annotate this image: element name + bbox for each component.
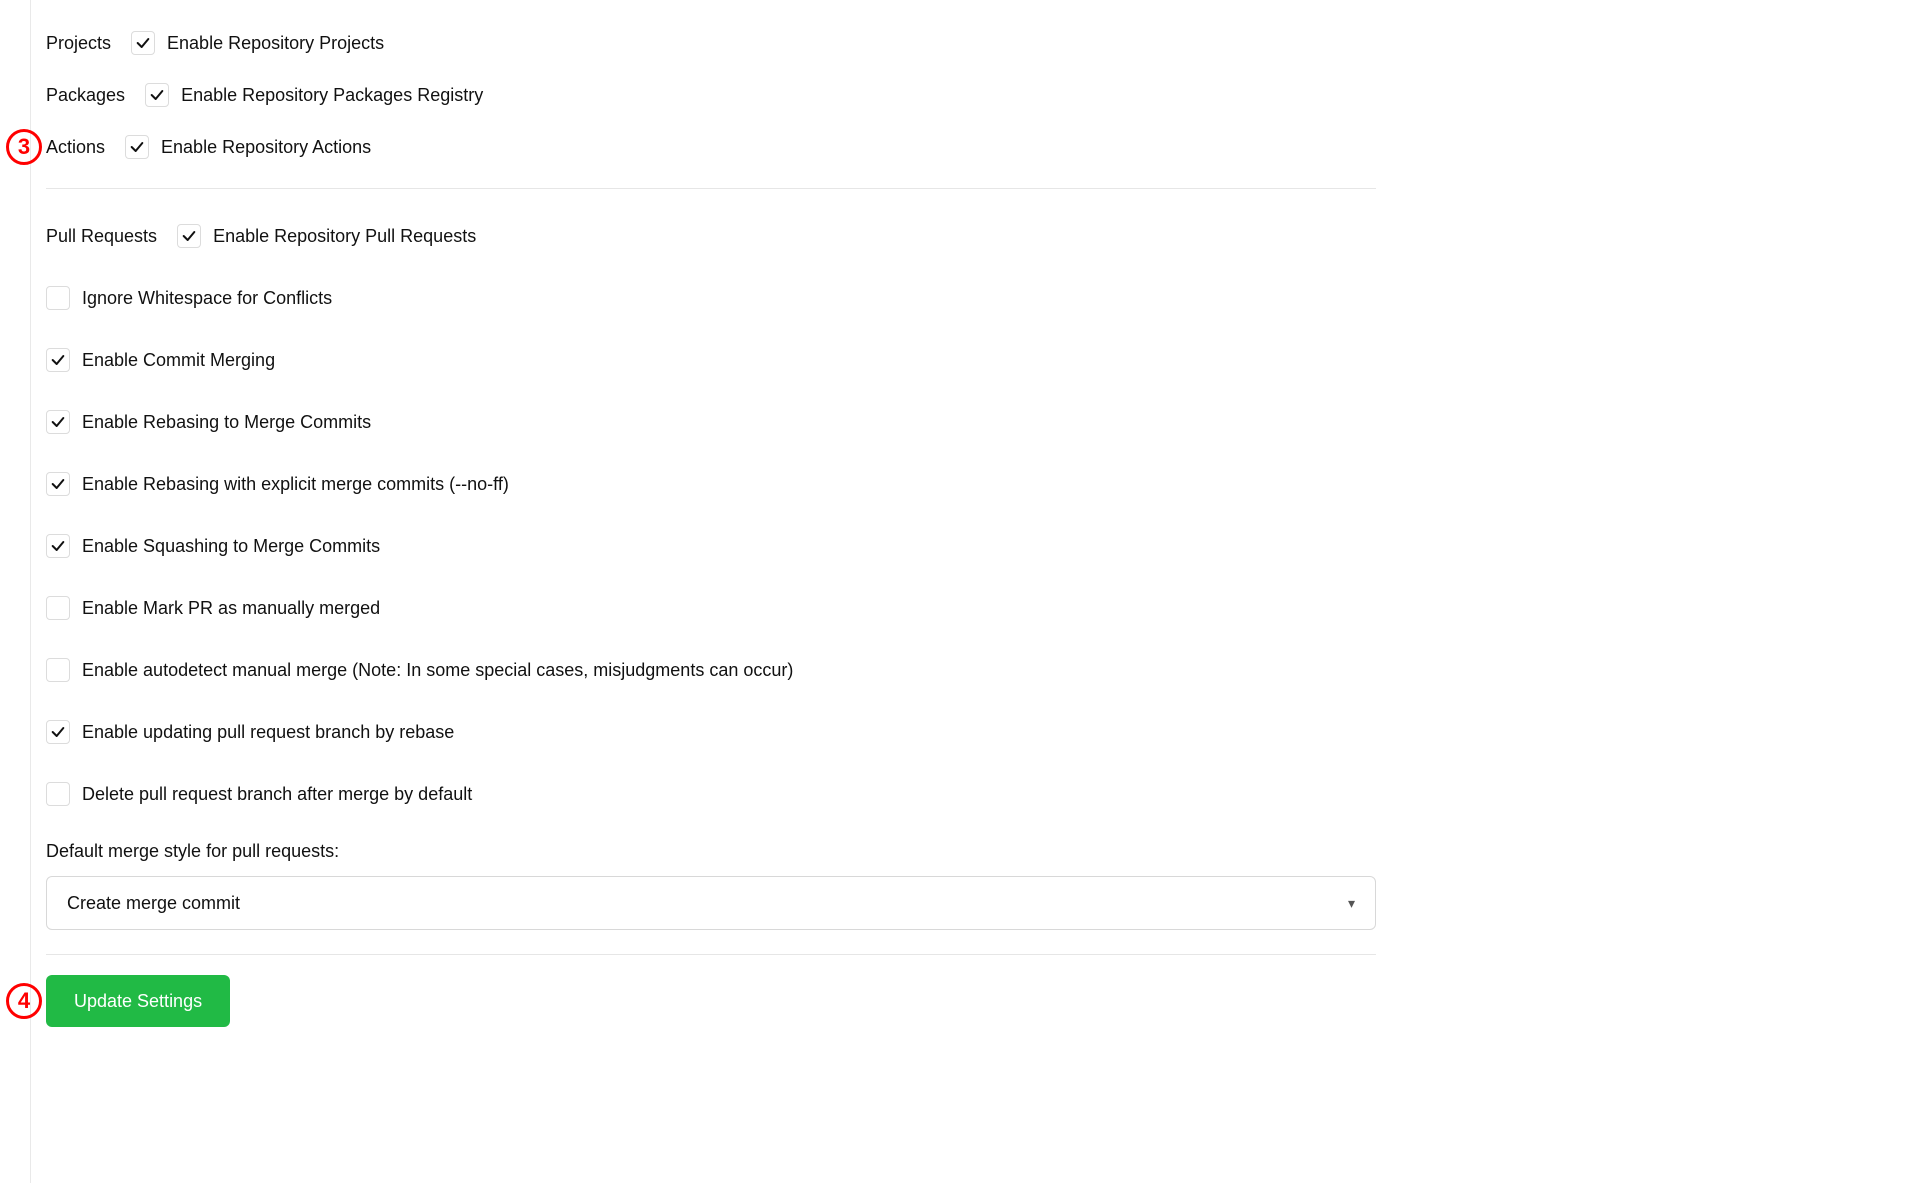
delete-branch-text: Delete pull request branch after merge b… [82,784,472,805]
annotation-marker-4: 4 [6,983,42,1019]
ignore-whitespace-checkbox[interactable] [46,286,70,310]
actions-row: Actions Enable Repository Actions [46,124,1897,170]
mark-manual-text: Enable Mark PR as manually merged [82,598,380,619]
autodetect-text: Enable autodetect manual merge (Note: In… [82,660,793,681]
update-rebase-checkbox[interactable] [46,720,70,744]
rebase-noff-checkbox[interactable] [46,472,70,496]
check-icon [129,139,145,155]
mark-manual-row: Enable Mark PR as manually merged [46,577,1897,639]
check-icon [50,724,66,740]
squash-checkbox[interactable] [46,534,70,558]
pull-requests-label: Pull Requests [46,226,157,247]
update-settings-button[interactable]: Update Settings [46,975,230,1027]
projects-row: Projects Enable Repository Projects [46,20,1897,66]
autodetect-row: Enable autodetect manual merge (Note: In… [46,639,1897,701]
merge-style-selected: Create merge commit [67,893,240,914]
packages-text: Enable Repository Packages Registry [181,85,483,106]
rebase-merge-text: Enable Rebasing to Merge Commits [82,412,371,433]
update-settings-button-label: Update Settings [74,991,202,1012]
pull-requests-text: Enable Repository Pull Requests [213,226,476,247]
autodetect-checkbox[interactable] [46,658,70,682]
update-rebase-text: Enable updating pull request branch by r… [82,722,454,743]
rebase-merge-row: Enable Rebasing to Merge Commits [46,391,1897,453]
caret-down-icon: ▾ [1348,895,1355,912]
pull-requests-row: Pull Requests Enable Repository Pull Req… [46,213,1897,259]
update-rebase-row: Enable updating pull request branch by r… [46,701,1897,763]
mark-manual-checkbox[interactable] [46,596,70,620]
divider [46,188,1376,189]
annotation-marker-3-text: 3 [18,134,30,160]
commit-merging-text: Enable Commit Merging [82,350,275,371]
delete-branch-row: Delete pull request branch after merge b… [46,763,1897,825]
check-icon [50,352,66,368]
pull-requests-checkbox[interactable] [177,224,201,248]
squash-text: Enable Squashing to Merge Commits [82,536,380,557]
annotation-marker-4-text: 4 [18,988,30,1014]
divider [46,954,1376,955]
projects-label: Projects [46,33,111,54]
rebase-noff-text: Enable Rebasing with explicit merge comm… [82,474,509,495]
rebase-noff-row: Enable Rebasing with explicit merge comm… [46,453,1897,515]
merge-style-select[interactable]: Create merge commit ▾ [46,876,1376,930]
actions-checkbox[interactable] [125,135,149,159]
check-icon [50,414,66,430]
check-icon [181,228,197,244]
packages-checkbox[interactable] [145,83,169,107]
annotation-marker-3: 3 [6,129,42,165]
rebase-merge-checkbox[interactable] [46,410,70,434]
packages-row: Packages Enable Repository Packages Regi… [46,72,1897,118]
packages-label: Packages [46,85,125,106]
actions-label: Actions [46,137,105,158]
delete-branch-checkbox[interactable] [46,782,70,806]
projects-text: Enable Repository Projects [167,33,384,54]
check-icon [50,538,66,554]
check-icon [149,87,165,103]
ignore-whitespace-text: Ignore Whitespace for Conflicts [82,288,332,309]
check-icon [50,476,66,492]
commit-merging-checkbox[interactable] [46,348,70,372]
squash-row: Enable Squashing to Merge Commits [46,515,1897,577]
merge-style-label: Default merge style for pull requests: [46,825,1897,870]
ignore-whitespace-row: Ignore Whitespace for Conflicts [46,267,1897,329]
check-icon [135,35,151,51]
actions-text: Enable Repository Actions [161,137,371,158]
commit-merging-row: Enable Commit Merging [46,329,1897,391]
projects-checkbox[interactable] [131,31,155,55]
